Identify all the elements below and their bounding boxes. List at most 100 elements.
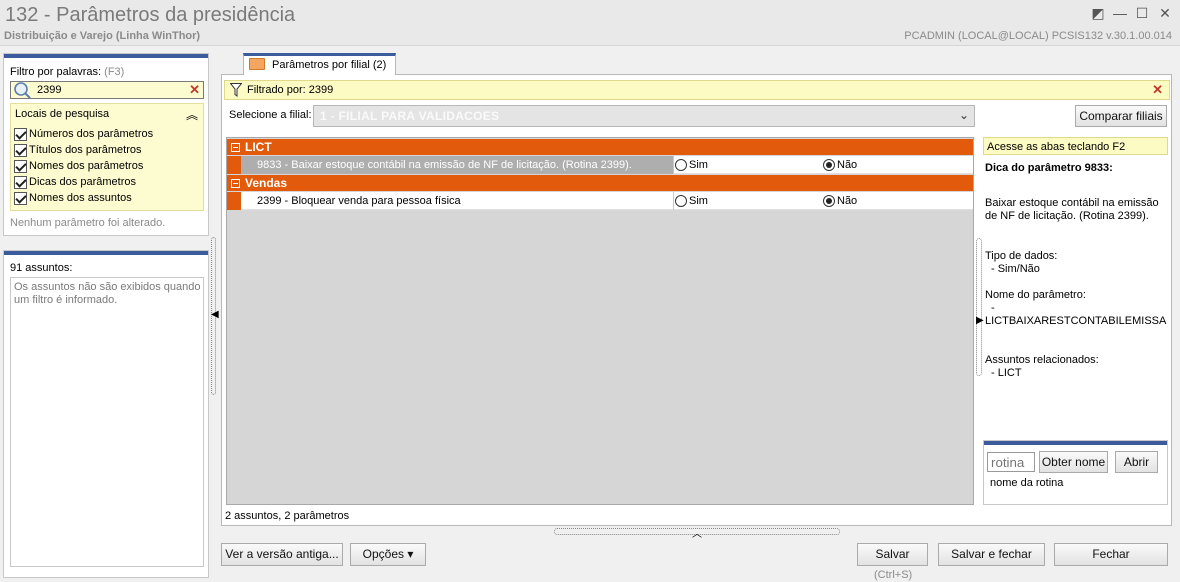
window-subtitle: Distribuição e Varejo (Linha WinThor) — [4, 30, 201, 42]
radio-icon[interactable] — [675, 159, 687, 171]
tab-label-text: Parâmetros por filial — [272, 59, 370, 71]
tip-name-value: LICTBAIXARESTCONTABILEMISSAONF — [985, 315, 1167, 327]
minimize-icon[interactable]: — — [1112, 5, 1128, 21]
table-row[interactable]: 2399 - Bloquear venda para pessoa física… — [227, 192, 973, 210]
checkbox-icon[interactable] — [14, 159, 27, 173]
expand-right-icon[interactable]: ▶ — [976, 315, 984, 326]
row-indent — [227, 192, 241, 210]
location-option-names[interactable]: Nomes dos parâmetros — [14, 158, 143, 174]
search-icon — [14, 82, 31, 99]
clear-search-icon[interactable]: ✕ — [189, 82, 200, 98]
filter-label-text: Filtro por palavras: — [10, 66, 102, 78]
group-row-lict[interactable]: LICT — [227, 139, 973, 155]
branch-select[interactable]: 1 - FILIAL PARA VALIDACOES ⌄ — [313, 105, 975, 127]
title-bar: 132 - Parâmetros da presidência Distribu… — [0, 0, 1180, 46]
tip-type-label: Tipo de dados: — [985, 250, 1058, 262]
close-button[interactable]: Fechar — [1054, 543, 1168, 566]
option-label: Sim — [689, 159, 708, 171]
expand-up-icon[interactable]: ︿ — [692, 525, 702, 540]
tab-label: Parâmetros por filial (2) — [272, 59, 386, 71]
checkbox-icon[interactable] — [14, 191, 27, 205]
option-label: Não — [837, 195, 858, 207]
tip-description: Baixar estoque contábil na emissão de NF… — [985, 197, 1159, 222]
subjects-count: 91 assuntos: — [10, 262, 73, 274]
group-name: Vendas — [245, 176, 288, 190]
subjects-list[interactable]: Os assuntos não são exibidos quando um f… — [10, 277, 204, 567]
tip-name-dash: - — [991, 302, 995, 314]
tip-name-label: Nome do parâmetro: — [985, 289, 1086, 301]
parameter-description: 2399 - Bloquear venda para pessoa física — [257, 195, 461, 207]
right-splitter-handle[interactable] — [976, 238, 982, 376]
tip-related-label: Assuntos relacionados: — [985, 354, 1099, 366]
checkbox-icon[interactable] — [14, 127, 27, 141]
option-yes[interactable]: Sim — [675, 156, 708, 174]
subjects-panel: 91 assuntos: Os assuntos não são exibido… — [3, 250, 209, 578]
checkbox-icon[interactable] — [14, 143, 27, 157]
table-row[interactable]: 9833 - Baixar estoque contábil na emissã… — [227, 156, 973, 174]
collapse-left-icon[interactable]: ◀ — [211, 309, 219, 320]
search-locations-title: Locais de pesquisa — [15, 108, 110, 120]
radio-selected-icon[interactable] — [823, 159, 835, 171]
group-row-vendas[interactable]: Vendas — [227, 175, 973, 191]
save-shortcut: (Ctrl+S) — [874, 569, 913, 581]
group-name: LICT — [245, 140, 272, 154]
option-no[interactable]: Não — [823, 156, 857, 174]
options-button[interactable]: Opções ▾ — [350, 543, 426, 566]
folder-icon — [249, 58, 265, 70]
status-text: 2 assuntos, 2 parâmetros — [225, 510, 350, 522]
tab-count: (2) — [372, 59, 387, 71]
branch-value: 1 - FILIAL PARA VALIDACOES — [320, 109, 500, 123]
tip-related-value: - LICT — [991, 367, 1022, 379]
option-no[interactable]: Não — [823, 192, 857, 210]
radio-selected-icon[interactable] — [823, 195, 835, 207]
location-label: Números dos parâmetros — [29, 128, 154, 140]
save-button[interactable]: Salvar — [857, 543, 928, 566]
panel-accent — [984, 441, 1167, 445]
funnel-icon — [230, 83, 242, 97]
search-value: 2399 — [37, 84, 62, 96]
restore-icon[interactable]: ◩ — [1090, 5, 1106, 21]
location-label: Nomes dos assuntos — [29, 192, 132, 204]
routine-panel: Obter nome Abrir nome da rotina — [983, 440, 1168, 505]
tab-parameters-by-branch[interactable]: Parâmetros por filial (2) — [243, 53, 396, 75]
tip-title: Dica do parâmetro 9833: — [985, 162, 1113, 174]
panel-accent — [4, 251, 208, 255]
collapse-group-icon[interactable] — [231, 142, 240, 152]
close-window-icon[interactable]: ✕ — [1157, 5, 1173, 21]
parameters-grid: LICT 9833 - Baixar estoque contábil na e… — [226, 137, 974, 505]
session-info: PCADMIN (LOCAL@LOCAL) PCSIS132 v.30.1.00… — [904, 30, 1172, 42]
chevron-down-icon: ⌄ — [958, 108, 969, 122]
clear-filter-icon[interactable]: ✕ — [1152, 82, 1163, 98]
location-option-numbers[interactable]: Números dos parâmetros — [14, 126, 153, 142]
option-label: Não — [837, 159, 858, 171]
routine-input[interactable] — [987, 452, 1035, 472]
location-option-subjects[interactable]: Nomes dos assuntos — [14, 190, 132, 206]
maximize-icon[interactable]: ☐ — [1134, 5, 1150, 21]
option-yes[interactable]: Sim — [675, 192, 708, 210]
save-and-close-button[interactable]: Salvar e fechar — [938, 543, 1045, 566]
column-divider — [673, 156, 674, 174]
filter-shortcut: (F3) — [104, 66, 125, 78]
location-option-tips[interactable]: Dicas dos parâmetros — [14, 174, 136, 190]
no-change-message: Nenhum parâmetro foi alterado. — [10, 217, 166, 229]
search-input[interactable]: 2399 ✕ — [10, 81, 204, 99]
open-button[interactable]: Abrir — [1115, 451, 1158, 473]
collapse-group-icon[interactable] — [231, 178, 240, 188]
location-label: Títulos dos parâmetros — [29, 144, 142, 156]
location-option-titles[interactable]: Títulos dos parâmetros — [14, 142, 142, 158]
panel-accent — [4, 54, 208, 58]
radio-icon[interactable] — [675, 195, 687, 207]
old-version-button[interactable]: Ver a versão antiga... — [221, 543, 343, 566]
collapse-icon[interactable]: ︽ — [186, 106, 198, 123]
filtered-by-text: Filtrado por: 2399 — [247, 84, 334, 96]
get-name-button[interactable]: Obter nome — [1039, 451, 1108, 473]
search-locations-box: Locais de pesquisa ︽ Números dos parâmet… — [10, 103, 204, 211]
location-label: Dicas dos parâmetros — [29, 176, 136, 188]
compare-branches-button[interactable]: Comparar filiais — [1075, 105, 1167, 127]
branch-label: Selecione a filial: — [229, 109, 312, 121]
window-title: 132 - Parâmetros da presidência — [5, 4, 296, 26]
tabs-hint: Acesse as abas teclando F2 — [983, 137, 1168, 155]
filter-bar: Filtrado por: 2399 ✕ — [224, 80, 1170, 100]
checkbox-icon[interactable] — [14, 175, 27, 189]
routine-name: nome da rotina — [990, 477, 1064, 489]
